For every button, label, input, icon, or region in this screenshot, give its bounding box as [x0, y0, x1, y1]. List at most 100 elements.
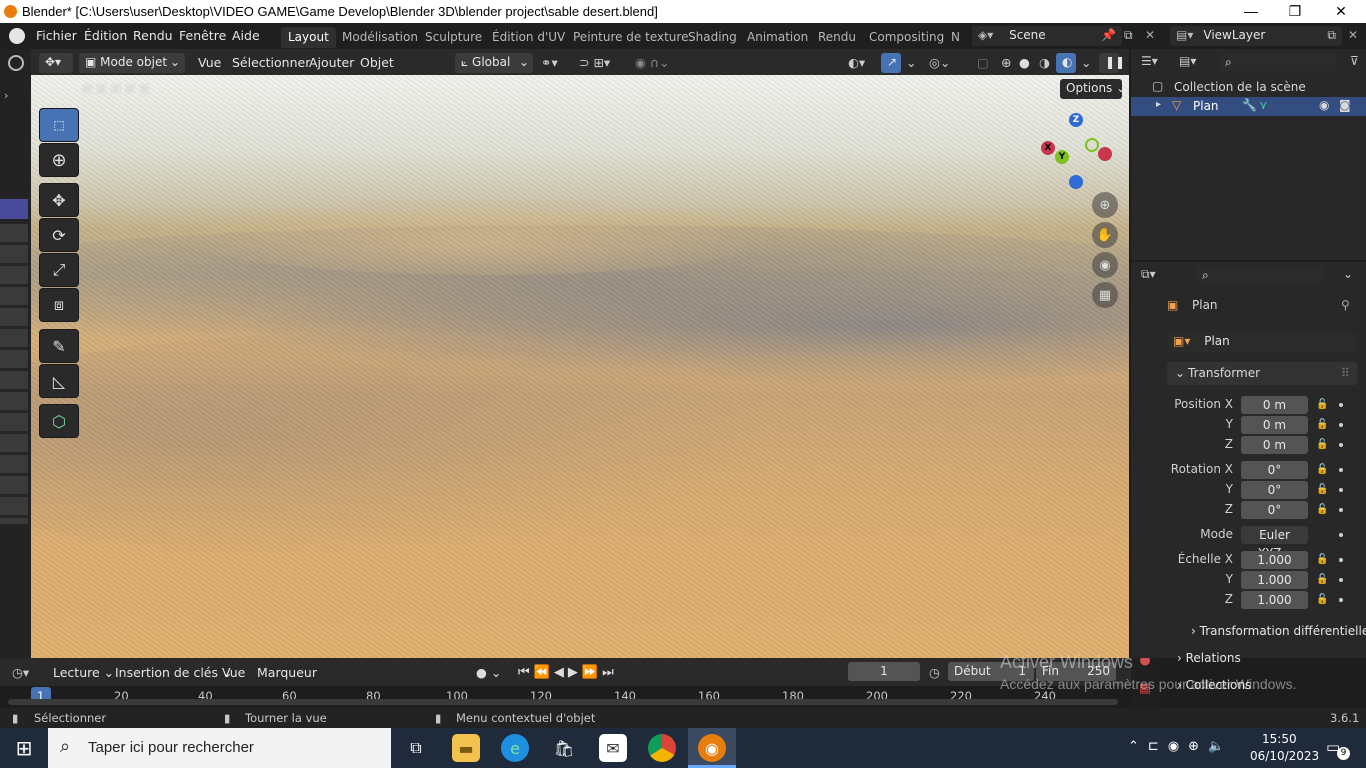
material-shading-icon[interactable]: ◑ [1039, 55, 1050, 70]
options-button[interactable]: Options ⌄ [1060, 79, 1126, 99]
keyframe-dot-icon[interactable] [1339, 578, 1343, 582]
clock-icon[interactable]: ◷ [929, 665, 940, 680]
annotate-tool[interactable]: ✎ [39, 329, 79, 363]
tab-rendu[interactable]: Rendu [811, 27, 863, 48]
select-mode-icons[interactable]: ▣▣▣▣▣ [81, 81, 152, 96]
pan-hand-icon[interactable]: ✋ [1092, 222, 1118, 248]
record-keyframe-icon[interactable]: ● ⌄ [476, 665, 501, 680]
axis-z-icon[interactable]: Z [1069, 113, 1083, 127]
rotate-tool[interactable]: ⟳ [39, 218, 79, 252]
keyframe-dot-icon[interactable] [1339, 403, 1343, 407]
menu-fichier[interactable]: Fichier [36, 28, 77, 43]
rotation-mode-select[interactable]: Euler XYZ⌄ [1241, 526, 1308, 560]
lock-icon[interactable]: 🔓 [1316, 399, 1328, 411]
tab-sculpture[interactable]: Sculpture [418, 27, 489, 48]
axis-neg-z-icon[interactable] [1069, 175, 1083, 189]
keyframe-dot-icon[interactable] [1339, 443, 1343, 447]
prev-keyframe-icon[interactable]: ⏪ [534, 665, 554, 680]
tab-edition-uv[interactable]: Édition d'UV [485, 27, 572, 48]
tab-animation[interactable]: Animation [740, 27, 815, 48]
chrome-icon[interactable] [648, 734, 676, 762]
scene-selector[interactable]: ◈▾ Scene 📌 [972, 26, 1122, 46]
mode-selector[interactable]: ▣ Mode objet ⌄ [79, 53, 185, 73]
relations-header[interactable]: › Relations [1177, 651, 1241, 673]
menu-selectionner[interactable]: Sélectionner [232, 55, 310, 70]
rendered-shading-icon[interactable]: ◐ [1056, 53, 1076, 73]
timeline-scrollbar[interactable] [8, 699, 1118, 705]
blender-menu-icon[interactable] [9, 28, 25, 44]
delete-scene-icon[interactable]: ✕ [1145, 28, 1159, 44]
menu-rendu[interactable]: Rendu [133, 28, 173, 43]
scale-tool[interactable]: ⤢ [39, 253, 79, 287]
keyframe-dot-icon[interactable] [1339, 423, 1343, 427]
editor-type-icon[interactable] [8, 55, 24, 71]
keyframe-dot-icon[interactable] [1339, 508, 1343, 512]
camera-render-icon[interactable]: ◙ [1339, 98, 1351, 112]
zoom-icon[interactable]: ⊕ [1092, 192, 1118, 218]
microsoft-store-icon[interactable]: 🛍 [550, 734, 578, 762]
outliner-row-collection[interactable]: ▢ Collection de la scène [1131, 77, 1366, 97]
eye-visibility-icon[interactable]: ◉ [1319, 98, 1329, 112]
axis-neg-y-icon[interactable] [1085, 138, 1099, 152]
position-x-field[interactable]: 0 m [1241, 396, 1308, 414]
lock-icon[interactable]: 🔓 [1316, 419, 1328, 431]
minimize-button[interactable]: — [1228, 0, 1274, 23]
menu-objet[interactable]: Objet [360, 55, 394, 70]
modifier-wrench-icon[interactable]: 🔧 [1242, 98, 1257, 112]
volume-icon[interactable]: 🔈 [1208, 739, 1233, 754]
solid-shading-icon[interactable]: ● [1019, 55, 1030, 70]
lock-icon[interactable]: 🔓 [1316, 554, 1328, 566]
clock-time[interactable]: 15:50 [1262, 732, 1297, 746]
task-view-icon[interactable]: ⧉ [402, 734, 430, 762]
tab-layout[interactable]: Layout [281, 27, 336, 48]
mail-icon[interactable]: ✉ [599, 734, 627, 762]
perspective-grid-icon[interactable]: ▦ [1092, 282, 1118, 308]
timeline-editor-icon[interactable]: ◷▾ [12, 665, 29, 680]
play-icon[interactable]: ▶ [568, 665, 582, 680]
new-scene-icon[interactable]: ⧉ [1124, 28, 1140, 44]
menu-lecture[interactable]: Lecture ⌄ [53, 665, 114, 680]
play-reverse-icon[interactable]: ◀ [554, 665, 568, 680]
lock-icon[interactable]: 🔓 [1316, 439, 1328, 451]
measure-tool[interactable]: ◺ [39, 364, 79, 398]
outliner-row-plan[interactable]: ▸ ▽ Plan 🔧 ⋎ ◉ ◙ [1131, 97, 1366, 116]
axis-y-icon[interactable]: Y [1055, 150, 1069, 164]
expand-arrow-icon[interactable]: ▸ [1156, 99, 1161, 110]
tab-more[interactable]: N [944, 27, 967, 48]
lock-icon[interactable]: 🔓 [1316, 594, 1328, 606]
mesh-data-icon[interactable]: ⋎ [1259, 98, 1268, 112]
jump-end-icon[interactable]: ⏭ [602, 665, 618, 680]
gizmo-dropdown-icon[interactable]: ⌄ [906, 55, 916, 70]
lock-icon[interactable]: 🔓 [1316, 484, 1328, 496]
taskbar-search[interactable]: ⌕ Taper ici pour rechercher [48, 728, 391, 768]
chevron-up-icon[interactable]: ⌃ [1128, 739, 1148, 754]
menu-vue[interactable]: Vue [198, 55, 221, 70]
options-chevron-icon[interactable]: ⌄ [1343, 267, 1353, 281]
wireframe-shading-icon[interactable]: ⊕ [1001, 55, 1011, 70]
3d-viewport[interactable]: ▣▣▣▣▣ Options ⌄ ⬚ ⊕ ✥ ⟳ ⤢ ⧈ ✎ ◺ ⬡ Z X Y … [31, 75, 1129, 658]
display-mode-icon[interactable]: ▤▾ [1179, 54, 1196, 68]
maximize-button[interactable]: ❐ [1272, 0, 1318, 23]
delta-transform-header[interactable]: › Transformation différentielle [1191, 624, 1366, 646]
properties-search[interactable]: ⌕ [1196, 266, 1324, 284]
position-y-field[interactable]: 0 m [1241, 416, 1308, 434]
xray-icon[interactable]: ▢ [977, 55, 989, 70]
transform-panel-header[interactable]: ⌄ Transformer ⠿ [1167, 362, 1357, 385]
camera-view-icon[interactable]: ◉ [1092, 252, 1118, 278]
keyframe-dot-icon[interactable] [1339, 533, 1343, 537]
blender-taskbar-icon[interactable]: ◉ [698, 734, 726, 762]
keyframe-dot-icon[interactable] [1339, 488, 1343, 492]
filter-icon[interactable]: ⊽ [1350, 54, 1359, 68]
system-tray[interactable]: ⌃⊏◉⊕🔈 [1128, 739, 1233, 754]
scale-x-field[interactable]: 1.000 [1241, 551, 1308, 569]
menu-fenetre[interactable]: Fenêtre [179, 28, 226, 43]
menu-marqueur[interactable]: Marqueur [257, 665, 317, 680]
sidebar-selected-slot[interactable] [0, 199, 28, 219]
axis-neg-x-icon[interactable] [1098, 147, 1112, 161]
snap-icon[interactable]: ⊃ ⊞▾ [579, 55, 610, 70]
properties-editor-icon[interactable]: ⧉▾ [1141, 267, 1156, 282]
overlay-icon[interactable]: ◎⌄ [929, 55, 950, 70]
orientation-selector[interactable]: ⟀ Global ⌄ [455, 53, 533, 73]
lock-icon[interactable]: 🔓 [1316, 574, 1328, 586]
scale-z-field[interactable]: 1.000 [1241, 591, 1308, 609]
